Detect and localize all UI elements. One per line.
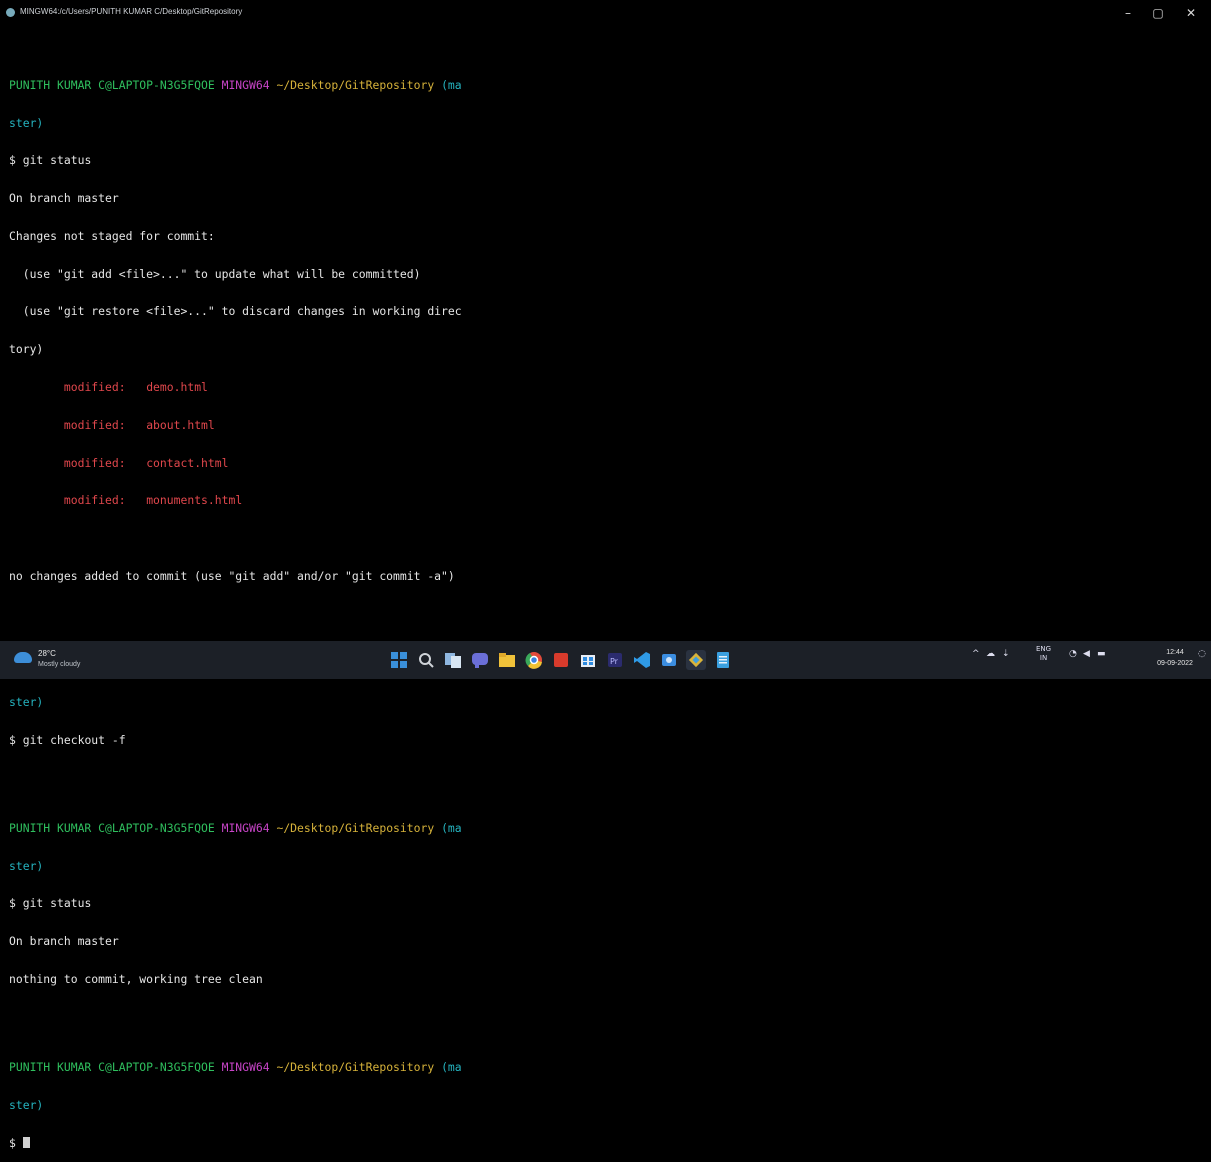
mingw-app-icon bbox=[6, 8, 15, 17]
svg-text:Pr: Pr bbox=[610, 657, 619, 666]
search-icon[interactable] bbox=[416, 650, 436, 670]
taskbar: 28°C Mostly cloudy Pr ^ ☁ ⇣ ENG IN ◔ ◀ ▬… bbox=[0, 641, 1211, 679]
premiere-icon[interactable]: Pr bbox=[605, 650, 625, 670]
vscode-icon[interactable] bbox=[632, 650, 652, 670]
command-line: $ git status bbox=[9, 153, 92, 168]
text-cursor bbox=[22, 1136, 30, 1148]
file-explorer-icon[interactable] bbox=[497, 650, 517, 670]
prompt-line: PUNITH KUMAR C@LAPTOP-N3G5FQOE MINGW64 ~… bbox=[9, 820, 462, 835]
title-bar: MINGW64:/c/Users/PUNITH KUMAR C/Desktop/… bbox=[0, 0, 1211, 26]
volume-icon[interactable]: ◀ bbox=[1083, 649, 1090, 659]
modified-file-line: modified: contact.html bbox=[63, 455, 229, 470]
store-icon[interactable] bbox=[578, 650, 598, 670]
modified-file-line: modified: demo.html bbox=[63, 380, 208, 395]
chat-icon[interactable] bbox=[470, 650, 490, 670]
usb-icon[interactable]: ⇣ bbox=[1002, 649, 1010, 659]
language-indicator[interactable]: ENG IN bbox=[1036, 645, 1051, 663]
task-view-icon[interactable] bbox=[443, 650, 463, 670]
prompt-line: PUNITH KUMAR C@LAPTOP-N3G5FQOE MINGW64 ~… bbox=[9, 77, 462, 92]
chevron-up-icon[interactable]: ^ bbox=[972, 649, 980, 659]
photos-icon[interactable] bbox=[659, 650, 679, 670]
terminal-output[interactable]: PUNITH KUMAR C@LAPTOP-N3G5FQOE MINGW64 ~… bbox=[9, 41, 609, 1162]
scrollbar[interactable] bbox=[1203, 28, 1209, 636]
modified-file-line: modified: monuments.html bbox=[63, 493, 243, 508]
notification-icon[interactable]: ◌ bbox=[1198, 649, 1206, 659]
cloud-icon[interactable]: ☁ bbox=[986, 649, 995, 659]
window-title: MINGW64:/c/Users/PUNITH KUMAR C/Desktop/… bbox=[20, 7, 243, 16]
start-icon[interactable] bbox=[389, 650, 409, 670]
modified-file-line: modified: about.html bbox=[63, 417, 215, 432]
maximize-button[interactable]: ▢ bbox=[1144, 4, 1172, 22]
chrome-icon[interactable] bbox=[524, 650, 544, 670]
clock[interactable]: 12:44 09-09-2022 bbox=[1153, 647, 1197, 669]
command-line: $ git checkout -f bbox=[9, 732, 126, 747]
git-bash-icon[interactable] bbox=[686, 650, 706, 670]
battery-icon[interactable]: ▬ bbox=[1097, 649, 1106, 659]
cloud-sun-icon bbox=[14, 652, 32, 663]
command-line: $ git status bbox=[9, 896, 92, 911]
input-line[interactable]: $ bbox=[9, 1136, 609, 1150]
minimize-button[interactable]: – bbox=[1114, 4, 1142, 22]
office-icon[interactable] bbox=[551, 650, 571, 670]
prompt-line: PUNITH KUMAR C@LAPTOP-N3G5FQOE MINGW64 ~… bbox=[9, 1060, 462, 1075]
notepad-icon[interactable] bbox=[713, 650, 733, 670]
close-button[interactable]: ✕ bbox=[1177, 4, 1205, 22]
wifi-icon[interactable]: ◔ bbox=[1069, 649, 1077, 659]
